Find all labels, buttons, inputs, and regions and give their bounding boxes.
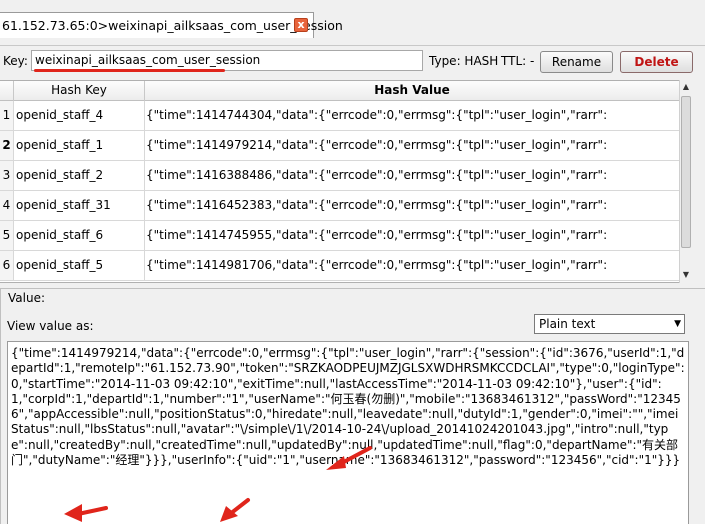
type-label: Type: HASH <box>429 54 499 68</box>
value-legend: Value: <box>6 291 47 305</box>
hash-value-cell[interactable]: {"time":1414981706,"data":{"errcode":0,"… <box>145 251 679 280</box>
view-as-selected: Plain text <box>539 317 596 331</box>
key-label: Key: <box>3 54 28 68</box>
table-row[interactable]: 1 openid_staff_4 {"time":1414744304,"data"… <box>0 101 679 131</box>
annotation-arrow-icon <box>326 446 372 470</box>
key-input[interactable]: weixinapi_ailksaas_com_user_session <box>31 50 423 71</box>
hash-value-cell[interactable]: {"time":1414744304,"data":{"errcode":0,"… <box>145 101 679 130</box>
hash-key-cell[interactable]: openid_staff_6 <box>14 221 145 250</box>
row-number[interactable]: 2 <box>0 131 14 160</box>
scroll-thumb[interactable] <box>681 96 691 248</box>
column-header-key[interactable]: Hash Key <box>14 81 145 101</box>
table-header: Hash Key Hash Value <box>0 81 679 101</box>
annotation-underline <box>34 69 225 72</box>
view-as-select[interactable]: Plain text ▼ <box>534 314 685 334</box>
scroll-down-icon[interactable]: ▼ <box>680 268 692 282</box>
hash-key-cell[interactable]: openid_staff_5 <box>14 251 145 280</box>
rename-button[interactable]: Rename <box>540 51 613 73</box>
table-row[interactable]: 5 openid_staff_6 {"time":1414745955,"data"… <box>0 221 679 251</box>
hash-value-cell[interactable]: {"time":1416388486,"data":{"errcode":0,"… <box>145 161 679 190</box>
hash-key-cell[interactable]: openid_staff_4 <box>14 101 145 130</box>
hash-key-cell[interactable]: openid_staff_1 <box>14 131 145 160</box>
hash-value-cell[interactable]: {"time":1416452383,"data":{"errcode":0,"… <box>145 191 679 220</box>
annotation-arrow-icon <box>64 504 108 522</box>
hash-key-cell[interactable]: openid_staff_31 <box>14 191 145 220</box>
row-number[interactable]: 6 <box>0 251 14 280</box>
row-number[interactable]: 4 <box>0 191 14 220</box>
hash-value-cell[interactable]: {"time":1414745955,"data":{"errcode":0,"… <box>145 221 679 250</box>
hash-table: Hash Key Hash Value 1 openid_staff_4 {"tim… <box>0 80 692 283</box>
tab-title: 61.152.73.65:0>weixinapi_ailksaas_com_us… <box>2 18 343 33</box>
table-row[interactable]: 6 openid_staff_5 {"time":1414981706,"data"… <box>0 251 679 281</box>
chevron-down-icon[interactable]: ▼ <box>674 315 681 333</box>
hash-key-cell[interactable]: openid_staff_2 <box>14 161 145 190</box>
annotation-arrow-icon <box>220 498 250 522</box>
ttl-label: TTL: - <box>501 54 535 68</box>
table-row[interactable]: 4 openid_staff_31 {"time":1416452383,"data… <box>0 191 679 221</box>
table-scrollbar[interactable]: ▲ ▼ <box>679 80 692 283</box>
row-number[interactable]: 3 <box>0 161 14 190</box>
delete-button[interactable]: Delete <box>620 51 693 73</box>
value-textarea[interactable]: {"time":1414979214,"data":{"errcode":0,"… <box>7 341 689 524</box>
header-corner <box>0 81 14 101</box>
row-number[interactable]: 5 <box>0 221 14 250</box>
table-row[interactable]: 2 openid_staff_1 {"time":1414979214,"data"… <box>0 131 679 161</box>
table-row[interactable]: 3 openid_staff_2 {"time":1416388486,"data"… <box>0 161 679 191</box>
view-as-label: View value as: <box>7 319 94 333</box>
row-number[interactable]: 1 <box>0 101 14 130</box>
tab-session[interactable]: 61.152.73.65:0>weixinapi_ailksaas_com_us… <box>0 12 343 38</box>
column-header-value[interactable]: Hash Value <box>145 81 679 101</box>
hash-value-cell[interactable]: {"time":1414979214,"data":{"errcode":0,"… <box>145 131 679 160</box>
scroll-up-icon[interactable]: ▲ <box>680 80 692 94</box>
close-icon[interactable]: x <box>294 18 308 32</box>
